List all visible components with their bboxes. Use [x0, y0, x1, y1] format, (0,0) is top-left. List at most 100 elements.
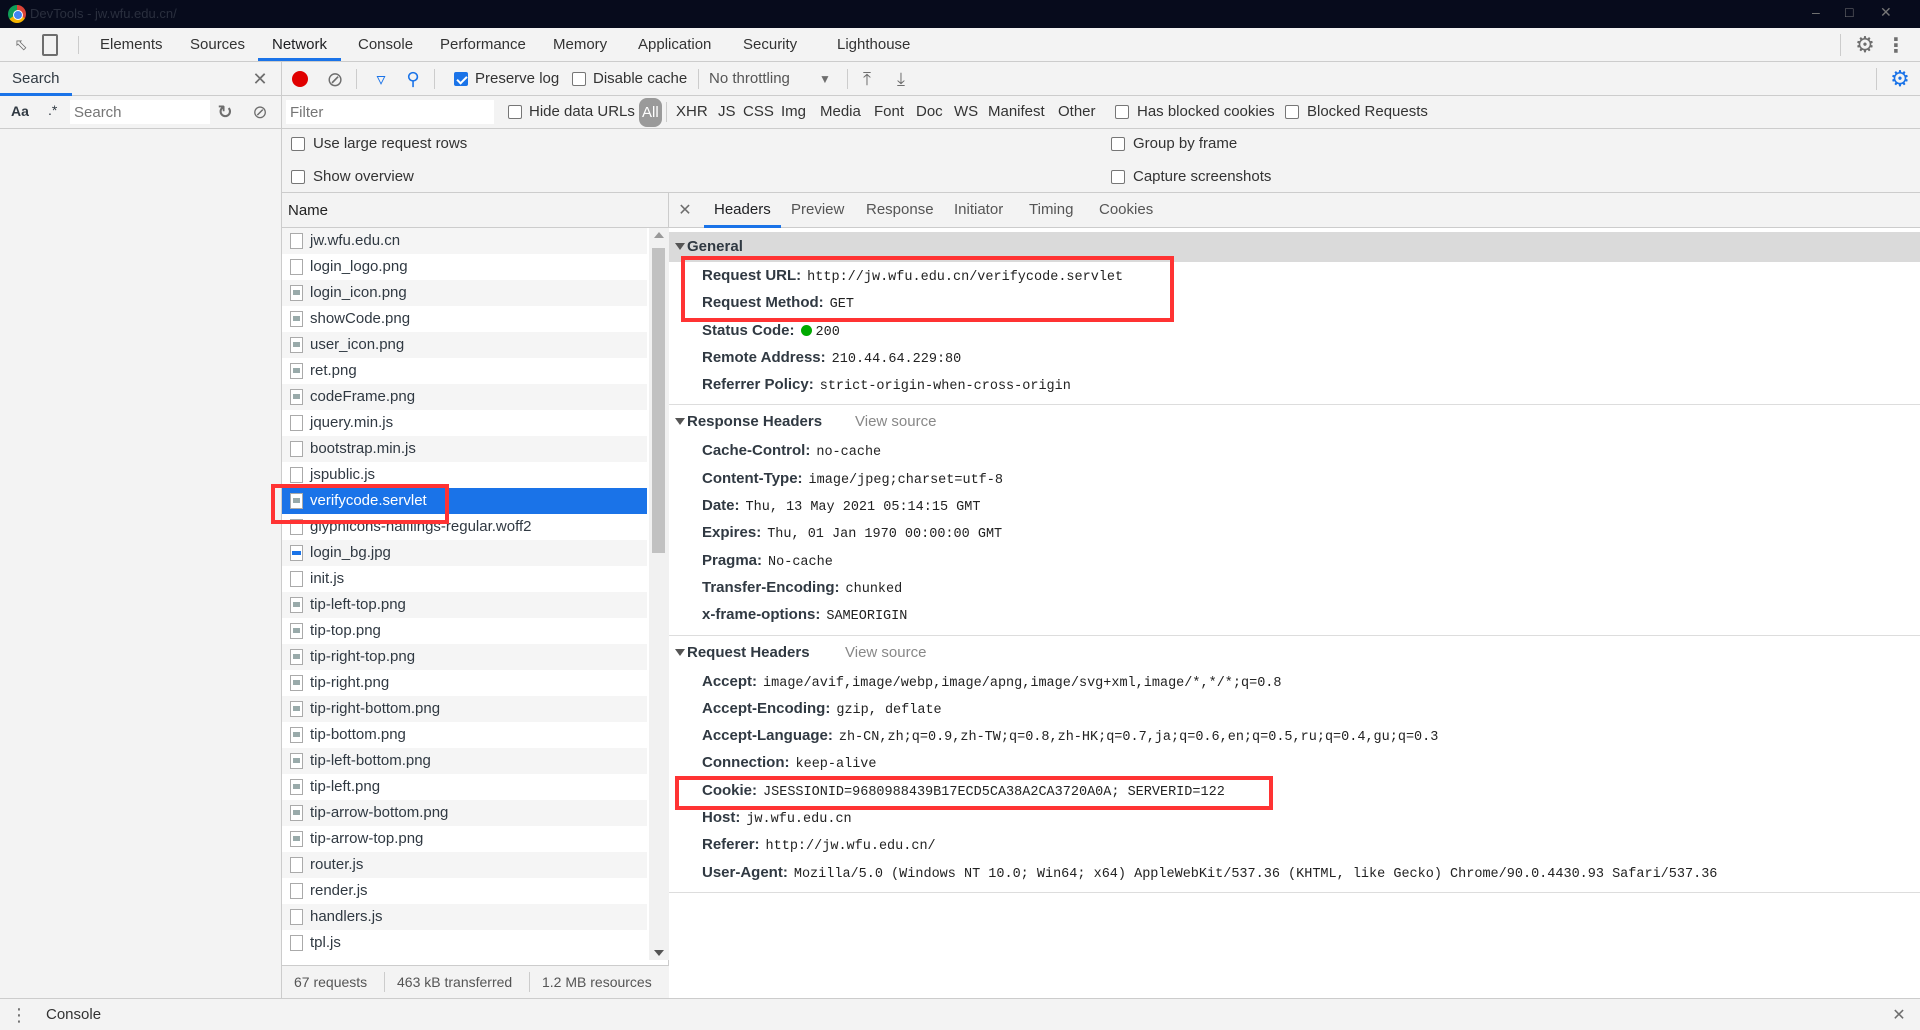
request-row[interactable]: tip-left.png: [282, 774, 647, 800]
drawer-menu-icon[interactable]: ⋮: [10, 1004, 28, 1026]
close-drawer-icon[interactable]: ✕: [1890, 1005, 1908, 1025]
filter-type-img[interactable]: Img: [781, 103, 806, 120]
request-headers-header[interactable]: Request Headers View source: [669, 638, 1920, 668]
import-har-icon[interactable]: ⤒: [856, 68, 878, 90]
tab-security[interactable]: Security: [743, 28, 797, 61]
tab-console[interactable]: Console: [358, 28, 413, 61]
request-row[interactable]: user_icon.png: [282, 332, 647, 358]
search-input[interactable]: [70, 100, 210, 124]
has-blocked-cookies-checkbox[interactable]: [1115, 105, 1129, 119]
general-header[interactable]: General: [669, 232, 1920, 262]
request-row[interactable]: jw.wfu.edu.cn: [282, 228, 647, 254]
request-row[interactable]: tpl.js: [282, 930, 647, 956]
request-list-scrollbar[interactable]: [649, 228, 669, 960]
clear-icon[interactable]: ⊘: [250, 101, 270, 123]
request-row[interactable]: render.js: [282, 878, 647, 904]
request-row[interactable]: tip-top.png: [282, 618, 647, 644]
close-details-icon[interactable]: ✕: [677, 200, 693, 220]
refresh-icon[interactable]: ↻: [215, 101, 235, 123]
response-view-source-link[interactable]: View source: [855, 407, 936, 437]
request-row[interactable]: glyphicons-halflings-regular.woff2: [282, 514, 647, 540]
filter-type-ws[interactable]: WS: [954, 103, 978, 120]
filter-type-media[interactable]: Media: [820, 103, 861, 120]
scrollbar-thumb[interactable]: [652, 248, 665, 553]
export-har-icon[interactable]: ⤓: [890, 68, 912, 90]
request-row[interactable]: ret.png: [282, 358, 647, 384]
filter-icon[interactable]: ▿: [370, 68, 392, 90]
filter-type-css[interactable]: CSS: [743, 103, 774, 120]
request-view-source-link[interactable]: View source: [845, 638, 926, 668]
request-row[interactable]: login_logo.png: [282, 254, 647, 280]
minimize-icon[interactable]: –: [1812, 4, 1820, 20]
request-row[interactable]: login_icon.png: [282, 280, 647, 306]
filter-type-all[interactable]: All: [639, 98, 662, 127]
throttling-select[interactable]: No throttling: [709, 70, 790, 87]
filter-type-manifest[interactable]: Manifest: [988, 103, 1045, 120]
drawer-console-tab[interactable]: Console: [46, 1006, 101, 1023]
scroll-up-icon[interactable]: [654, 232, 664, 238]
inspect-element-icon[interactable]: ⬁: [10, 35, 32, 55]
record-icon[interactable]: [292, 71, 308, 87]
preserve-log-checkbox[interactable]: [454, 72, 468, 86]
search-panel-title[interactable]: Search: [0, 62, 72, 96]
request-row[interactable]: tip-bottom.png: [282, 722, 647, 748]
request-row[interactable]: tip-left-bottom.png: [282, 748, 647, 774]
request-row[interactable]: bootstrap.min.js: [282, 436, 647, 462]
tab-preview[interactable]: Preview: [791, 193, 844, 228]
regex-toggle[interactable]: .*: [48, 102, 57, 118]
tab-initiator[interactable]: Initiator: [954, 193, 1003, 228]
request-row[interactable]: jquery.min.js: [282, 410, 647, 436]
tab-timing[interactable]: Timing: [1029, 193, 1073, 228]
blocked-requests-checkbox[interactable]: [1285, 105, 1299, 119]
tab-application[interactable]: Application: [638, 28, 711, 61]
request-row[interactable]: tip-left-top.png: [282, 592, 647, 618]
request-row[interactable]: tip-right-top.png: [282, 644, 647, 670]
filter-type-font[interactable]: Font: [874, 103, 904, 120]
tab-elements[interactable]: Elements: [100, 28, 163, 61]
tab-response[interactable]: Response: [866, 193, 934, 228]
filter-type-other[interactable]: Other: [1058, 103, 1096, 120]
tab-performance[interactable]: Performance: [440, 28, 526, 61]
tab-lighthouse[interactable]: Lighthouse: [837, 28, 910, 61]
maximize-icon[interactable]: □: [1845, 4, 1853, 20]
filter-type-xhr[interactable]: XHR: [676, 103, 708, 120]
tab-memory[interactable]: Memory: [553, 28, 607, 61]
request-row[interactable]: tip-arrow-bottom.png: [282, 800, 647, 826]
request-row[interactable]: router.js: [282, 852, 647, 878]
request-row[interactable]: showCode.png: [282, 306, 647, 332]
filter-type-doc[interactable]: Doc: [916, 103, 943, 120]
close-window-icon[interactable]: ✕: [1880, 4, 1892, 21]
network-settings-gear-icon[interactable]: ⚙: [1888, 66, 1912, 91]
more-options-icon[interactable]: ⋮: [1886, 33, 1906, 57]
request-row[interactable]: jspublic.js: [282, 462, 647, 488]
show-overview-checkbox[interactable]: [291, 170, 305, 184]
hide-data-urls-checkbox[interactable]: [508, 105, 522, 119]
close-search-icon[interactable]: ✕: [250, 68, 270, 90]
large-rows-checkbox[interactable]: [291, 137, 305, 151]
request-row[interactable]: tip-arrow-top.png: [282, 826, 647, 852]
request-row[interactable]: init.js: [282, 566, 647, 592]
search-icon[interactable]: ⚲: [402, 68, 424, 90]
response-headers-header[interactable]: Response Headers View source: [669, 407, 1920, 437]
name-column-header[interactable]: Name: [282, 193, 668, 228]
tab-sources[interactable]: Sources: [190, 28, 245, 61]
scroll-down-icon[interactable]: [654, 950, 664, 956]
clear-log-icon[interactable]: ⊘: [324, 68, 346, 91]
capture-screenshots-checkbox[interactable]: [1111, 170, 1125, 184]
settings-gear-icon[interactable]: ⚙: [1854, 32, 1876, 57]
tab-cookies[interactable]: Cookies: [1099, 193, 1153, 228]
request-row[interactable]: tip-right.png: [282, 670, 647, 696]
filter-type-js[interactable]: JS: [718, 103, 736, 120]
tab-network[interactable]: Network: [258, 28, 342, 61]
request-row[interactable]: codeFrame.png: [282, 384, 647, 410]
tab-headers[interactable]: Headers: [704, 193, 781, 228]
device-toolbar-icon[interactable]: [42, 34, 58, 56]
match-case-toggle[interactable]: Aa: [11, 103, 29, 119]
request-row[interactable]: tip-right-bottom.png: [282, 696, 647, 722]
chevron-down-icon[interactable]: ▼: [818, 70, 832, 88]
request-row[interactable]: handlers.js: [282, 904, 647, 930]
group-by-frame-checkbox[interactable]: [1111, 137, 1125, 151]
disable-cache-checkbox[interactable]: [572, 72, 586, 86]
filter-input[interactable]: [286, 100, 494, 124]
request-row[interactable]: verifycode.servlet: [282, 488, 647, 514]
